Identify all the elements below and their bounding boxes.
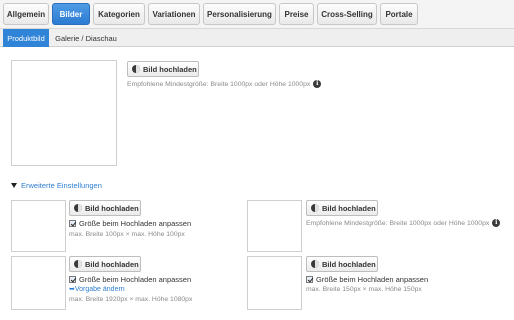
camera-icon [132, 65, 140, 73]
change-default-label: Vorgabe ändern [74, 286, 125, 293]
image-slot-2-preview [247, 200, 302, 252]
upload-button-label: Bild hochladen [322, 259, 376, 269]
upload-button-label: Bild hochladen [85, 203, 139, 213]
resize-checkbox-slot-4[interactable]: Größe beim Hochladen anpassen [306, 275, 428, 284]
info-icon[interactable]: i [313, 80, 322, 88]
subtab-produktbild[interactable]: Produktbild [3, 29, 49, 47]
tab-personalisierung[interactable]: Personalisierung [203, 3, 276, 25]
max-size-slot-1: max. Breite 100px × max. Höhe 100px [69, 231, 185, 238]
checkbox[interactable] [69, 220, 76, 227]
upload-button-label: Bild hochladen [322, 203, 376, 213]
change-default-link[interactable]: ➥Vorgabe ändern [69, 285, 125, 293]
upload-button-label: Bild hochladen [143, 64, 197, 74]
checkbox-label: Größe beim Hochladen anpassen [79, 275, 192, 284]
image-slot-3-preview [11, 256, 66, 310]
advanced-settings-label: Erweiterte Einstellungen [21, 181, 102, 190]
info-icon[interactable]: i [492, 219, 501, 227]
tab-bilder[interactable]: Bilder [52, 3, 90, 25]
upload-button-label: Bild hochladen [85, 259, 139, 269]
tab-kategorien[interactable]: Kategorien [93, 3, 145, 25]
tab-variationen[interactable]: Variationen [148, 3, 200, 25]
upload-button-slot-1[interactable]: Bild hochladen [69, 200, 141, 216]
max-size-slot-4: max. Breite 150px × max. Höhe 150px [306, 286, 422, 293]
upload-button-slot-2[interactable]: Bild hochladen [306, 200, 378, 216]
triangle-down-icon [11, 183, 17, 188]
camera-icon [74, 260, 82, 268]
upload-button-main[interactable]: Bild hochladen [127, 61, 199, 77]
size-hint-text: Empfohlene Mindestgröße: Breite 1000px o… [306, 219, 490, 227]
image-slot-1-preview [11, 200, 66, 252]
upload-button-slot-3[interactable]: Bild hochladen [69, 256, 141, 272]
checkbox[interactable] [306, 276, 313, 283]
camera-icon [311, 260, 319, 268]
camera-icon [74, 204, 82, 212]
top-tab-bar: Allgemein Bilder Kategorien Variationen … [0, 0, 514, 29]
size-hint-main: Empfohlene Mindestgröße: Breite 1000px o… [127, 80, 322, 88]
tab-preise[interactable]: Preise [279, 3, 314, 25]
tab-allgemein[interactable]: Allgemein [3, 3, 49, 25]
max-size-slot-3: max. Breite 1920px × max. Höhe 1080px [69, 296, 193, 303]
tab-portale[interactable]: Portale [380, 3, 418, 25]
size-hint-text: Empfohlene Mindestgröße: Breite 1000px o… [127, 80, 311, 88]
upload-button-slot-4[interactable]: Bild hochladen [306, 256, 378, 272]
camera-icon [311, 204, 319, 212]
image-slot-4-preview [247, 256, 302, 310]
checkbox-label: Größe beim Hochladen anpassen [316, 275, 429, 284]
product-image-preview [11, 60, 117, 166]
subtab-galerie[interactable]: Galerie / Diaschau [52, 29, 120, 47]
advanced-settings-toggle[interactable]: Erweiterte Einstellungen [11, 181, 102, 190]
resize-checkbox-slot-3[interactable]: Größe beim Hochladen anpassen [69, 275, 191, 284]
size-hint-slot-2: Empfohlene Mindestgröße: Breite 1000px o… [306, 219, 501, 227]
tab-cross-selling[interactable]: Cross-Selling [317, 3, 377, 25]
checkbox[interactable] [69, 276, 76, 283]
sub-tab-bar: Produktbild Galerie / Diaschau [0, 29, 514, 47]
resize-checkbox-slot-1[interactable]: Größe beim Hochladen anpassen [69, 219, 191, 228]
checkbox-label: Größe beim Hochladen anpassen [79, 219, 192, 228]
